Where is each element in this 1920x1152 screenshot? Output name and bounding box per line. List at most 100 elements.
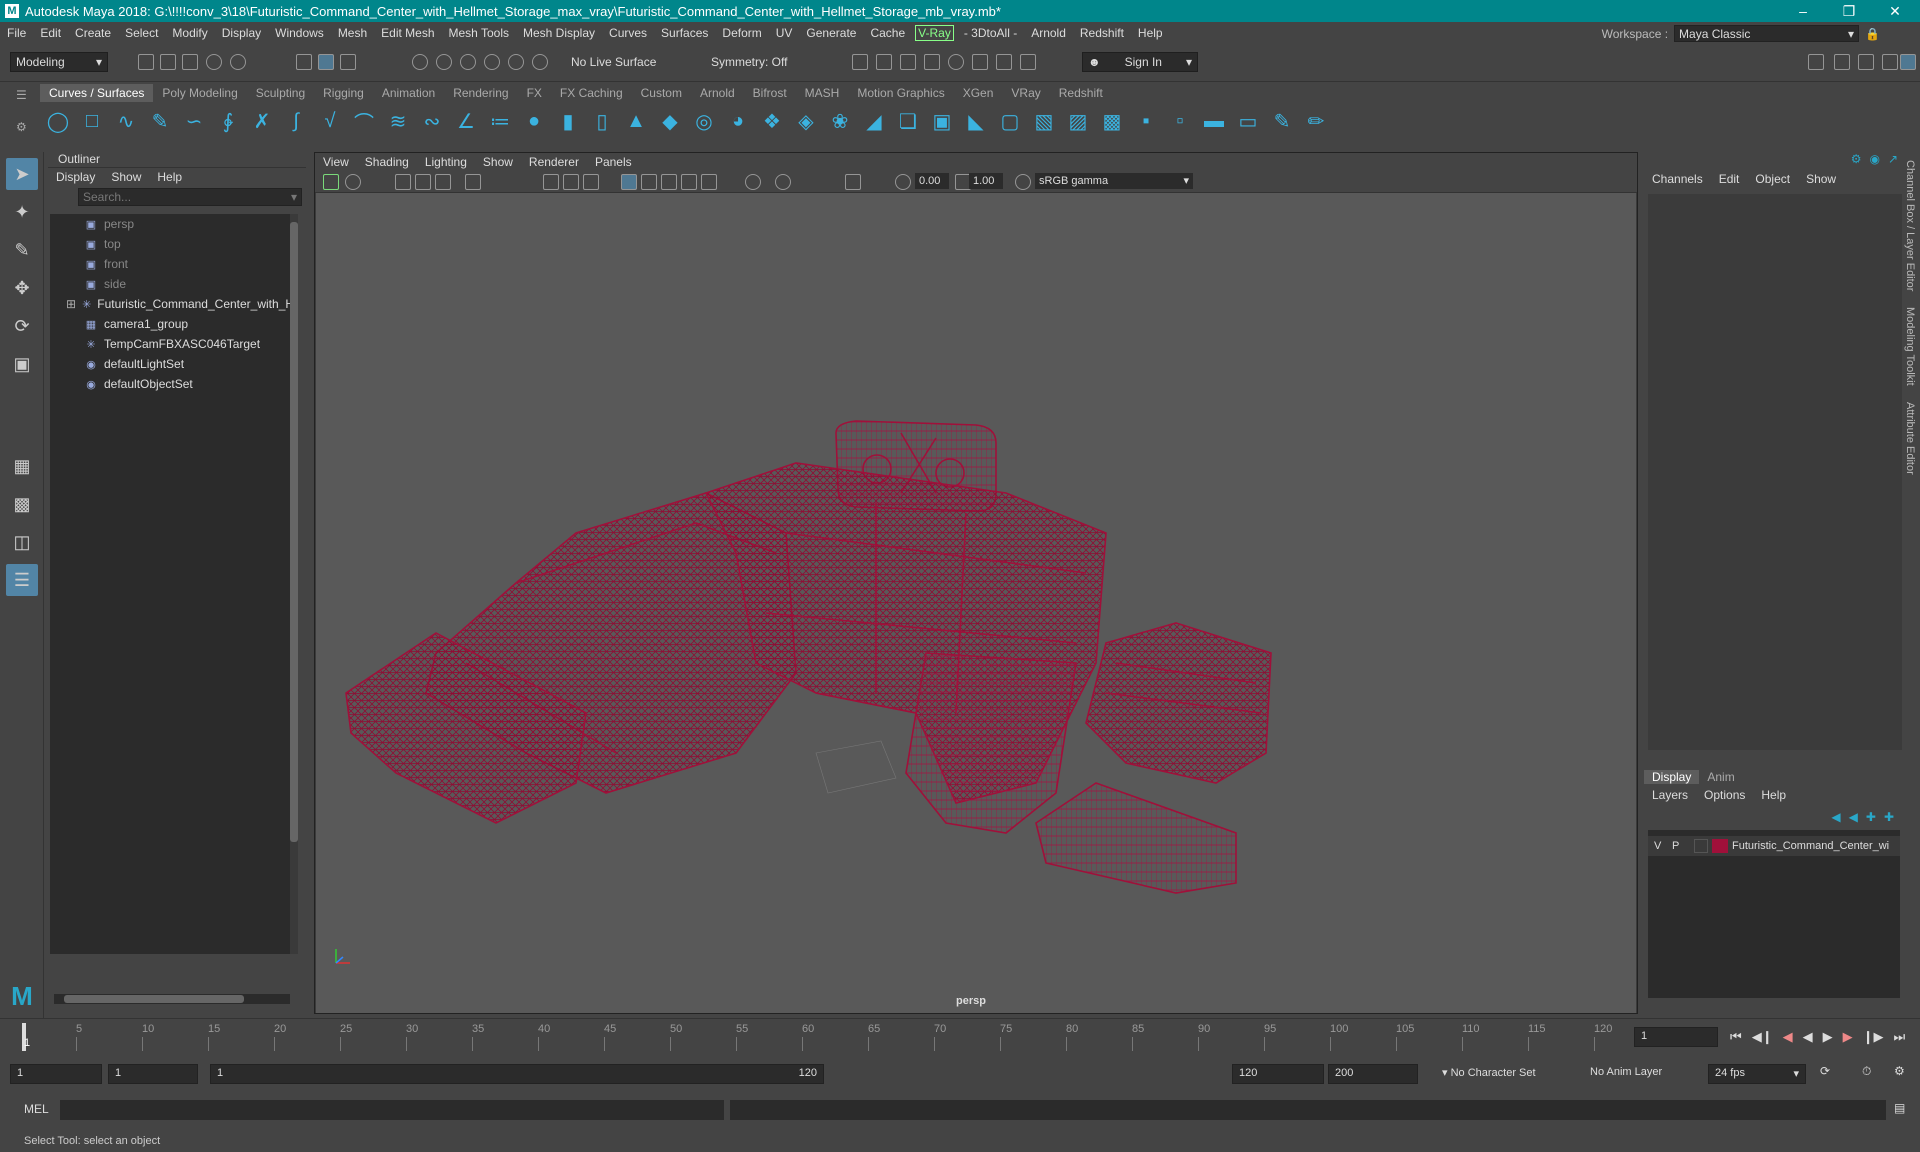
outliner-hscroll-thumb[interactable] xyxy=(64,995,244,1003)
untrim-icon[interactable]: ▩ xyxy=(1098,107,1126,135)
layer-visibility-toggle[interactable]: V xyxy=(1654,840,1672,852)
tab-sculpting[interactable]: Sculpting xyxy=(247,84,314,102)
tab-animation[interactable]: Animation xyxy=(373,84,444,102)
outliner-item-command-center[interactable]: ⊞ ✳ Futuristic_Command_Center_with_He xyxy=(50,294,294,314)
move-tool-icon[interactable]: ✥ xyxy=(6,272,38,304)
curve-intersect-icon[interactable]: ✗ xyxy=(248,107,276,135)
wireframe-icon[interactable] xyxy=(621,174,637,190)
outliner-menu-show[interactable]: Show xyxy=(103,170,149,184)
step-forward-icon[interactable]: ❙▶ xyxy=(1863,1029,1884,1045)
scale-tool-icon[interactable]: ▣ xyxy=(6,348,38,380)
modeling-toolkit-icon[interactable] xyxy=(1808,54,1824,70)
new-layer-selected-icon[interactable]: ✚ xyxy=(1884,810,1894,824)
start-time-field[interactable]: 1 xyxy=(10,1064,102,1084)
channel-box-pin-icon[interactable]: ⚙ xyxy=(1851,152,1862,166)
channel-box-icon[interactable] xyxy=(1900,54,1916,70)
rotate-tool-icon[interactable]: ⟳ xyxy=(6,310,38,342)
planar-icon[interactable]: ◈ xyxy=(792,107,820,135)
preferences-icon[interactable]: ⚙ xyxy=(1894,1064,1905,1078)
new-scene-icon[interactable] xyxy=(138,54,154,70)
tab-curves-surfaces[interactable]: Curves / Surfaces xyxy=(40,84,154,102)
tab-xgen[interactable]: XGen xyxy=(954,84,1003,102)
menu-surfaces[interactable]: Surfaces xyxy=(654,26,715,40)
shelf-menu-icon[interactable]: ☰ xyxy=(16,88,27,102)
shelf-settings-icon[interactable]: ⚙ xyxy=(16,120,27,134)
grid-icon[interactable] xyxy=(543,174,559,190)
layer-menu-help[interactable]: Help xyxy=(1753,788,1794,802)
wireframe-on-shaded-icon[interactable] xyxy=(661,174,677,190)
hypershade-icon[interactable] xyxy=(924,54,940,70)
birail-icon[interactable]: ◢ xyxy=(860,107,888,135)
character-controls-icon[interactable] xyxy=(1834,54,1850,70)
redo-icon[interactable] xyxy=(230,54,246,70)
play-forwards-icon[interactable]: ▶ xyxy=(1823,1029,1833,1045)
nurbs-cylinder-icon[interactable]: ▯ xyxy=(588,107,616,135)
outliner-item-camera1-group[interactable]: ▦ camera1_group xyxy=(50,314,294,334)
loft-icon[interactable]: ❖ xyxy=(758,107,786,135)
render-view-icon[interactable] xyxy=(948,54,964,70)
outliner-menu-help[interactable]: Help xyxy=(149,170,190,184)
menu-redshift[interactable]: Redshift xyxy=(1073,26,1131,40)
curve-detach-icon[interactable]: √ xyxy=(316,107,344,135)
textured-icon[interactable] xyxy=(681,174,697,190)
tab-vray[interactable]: VRay xyxy=(1002,84,1049,102)
menu-arnold[interactable]: Arnold xyxy=(1024,26,1073,40)
sculpt-geometry-icon[interactable]: ✎ xyxy=(1268,107,1296,135)
3d-scene-view[interactable]: persp xyxy=(316,193,1636,1013)
time-slider[interactable]: 1 5 10 15 20 25 30 35 40 45 50 55 60 65 … xyxy=(0,1018,1920,1056)
live-surface-field[interactable]: No Live Surface xyxy=(566,52,664,72)
layer-menu-options[interactable]: Options xyxy=(1696,788,1753,802)
menu-display[interactable]: Display xyxy=(215,26,268,40)
menu-mesh[interactable]: Mesh xyxy=(331,26,374,40)
sign-in-button[interactable]: ☻ Sign In ▾ xyxy=(1082,52,1198,72)
exposure-icon[interactable] xyxy=(895,174,911,190)
new-layer-icon[interactable]: ✚ xyxy=(1866,810,1876,824)
select-tool-icon[interactable]: ➤ xyxy=(6,158,38,190)
ipr-render-icon[interactable] xyxy=(876,54,892,70)
menu-deform[interactable]: Deform xyxy=(715,26,768,40)
select-component-icon[interactable] xyxy=(340,54,356,70)
2d-pan-zoom-icon[interactable] xyxy=(435,174,451,190)
undo-icon[interactable] xyxy=(206,54,222,70)
arc-tool-icon[interactable]: ⌒ xyxy=(350,107,378,135)
menu-modify[interactable]: Modify xyxy=(165,26,214,40)
nurbs-square-icon[interactable]: □ xyxy=(78,107,106,135)
curve-rebuild-icon[interactable]: ≋ xyxy=(384,107,412,135)
snap-vertex-icon[interactable] xyxy=(532,54,548,70)
project-curve-icon[interactable]: ▢ xyxy=(996,107,1024,135)
outliner-item-persp[interactable]: ▣ persp xyxy=(50,214,294,234)
nurbs-circle-icon[interactable]: ◯ xyxy=(44,107,72,135)
menu-mesh-tools[interactable]: Mesh Tools xyxy=(442,26,516,40)
side-tab-channel-box[interactable]: Channel Box / Layer Editor xyxy=(1904,152,1916,299)
curve-offset-icon[interactable]: ∾ xyxy=(418,107,446,135)
tab-poly-modeling[interactable]: Poly Modeling xyxy=(153,84,246,102)
expand-icon[interactable]: ⊞ xyxy=(66,297,76,311)
outliner-item-front[interactable]: ▣ front xyxy=(50,254,294,274)
viewport-menu-view[interactable]: View xyxy=(315,155,357,169)
loop-icon[interactable]: ⟳ xyxy=(1820,1064,1830,1078)
color-space-dropdown[interactable]: sRGB gamma ▾ xyxy=(1035,173,1193,189)
menu-select[interactable]: Select xyxy=(118,26,165,40)
pause-render-icon[interactable] xyxy=(1020,54,1036,70)
menu-create[interactable]: Create xyxy=(68,26,118,40)
image-plane-icon[interactable] xyxy=(415,174,431,190)
tab-fx[interactable]: FX xyxy=(518,84,551,102)
pencil-curve-icon[interactable]: ✎ xyxy=(146,107,174,135)
nurbs-plane-icon[interactable]: ◆ xyxy=(656,107,684,135)
symmetry-dropdown[interactable]: Symmetry: Off xyxy=(706,52,802,72)
go-to-end-icon[interactable]: ⏭ xyxy=(1893,1029,1905,1045)
menu-uv[interactable]: UV xyxy=(769,26,800,40)
align-surface-icon[interactable]: ▭ xyxy=(1234,107,1262,135)
current-frame-field[interactable]: 1 xyxy=(1634,1027,1718,1047)
layer-type-toggle[interactable] xyxy=(1694,839,1708,853)
range-slider-bar[interactable]: 1 120 xyxy=(210,1064,824,1084)
menu-mesh-display[interactable]: Mesh Display xyxy=(516,26,602,40)
curve-attach-icon[interactable]: ∫ xyxy=(282,107,310,135)
outliner-layout-icon[interactable]: ☰ xyxy=(6,564,38,596)
viewport-menu-renderer[interactable]: Renderer xyxy=(521,155,587,169)
ep-curve-icon[interactable]: ∿ xyxy=(112,107,140,135)
lasso-tool-icon[interactable]: ✦ xyxy=(6,196,38,228)
open-close-surface-icon[interactable]: ▬ xyxy=(1200,107,1228,135)
tab-rendering[interactable]: Rendering xyxy=(444,84,517,102)
gamma-field[interactable]: 1.00 xyxy=(969,173,1003,189)
